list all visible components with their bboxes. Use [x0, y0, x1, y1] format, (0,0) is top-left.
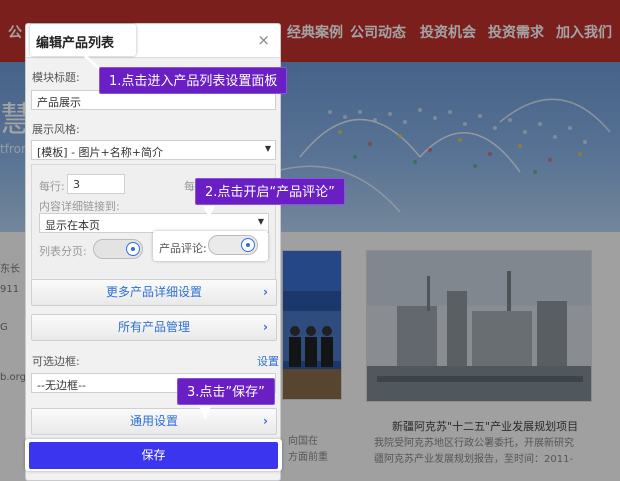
save-label: 保存	[141, 448, 166, 462]
display-style-value: [模板] - 图片+名称+简介	[37, 146, 163, 159]
pagination-toggle[interactable]	[93, 239, 143, 259]
pagination-label: 列表分页:	[39, 245, 87, 258]
product-review-toggle[interactable]	[208, 235, 258, 255]
detail-link-value: 显示在本页	[45, 219, 100, 232]
optional-frame-label: 可选边框:	[32, 355, 80, 368]
all-products-label: 所有产品管理	[117, 320, 190, 334]
highlight-save: 保存	[25, 439, 282, 471]
per-page-label-partial: 每	[184, 180, 195, 193]
detail-link-label: 内容详细链接到:	[39, 200, 120, 213]
tooltip-step-3: 3.点击”保存”	[177, 378, 275, 405]
module-title-value: 产品展示	[37, 96, 81, 109]
frame-value: --无边框--	[37, 379, 86, 392]
chevron-right-icon: ›	[263, 285, 268, 299]
more-product-detail-settings-button[interactable]: 更多产品详细设置 ›	[31, 279, 277, 306]
per-row-value: 3	[73, 178, 80, 191]
tooltip-step-2: 2.点击开启“产品评论”	[195, 178, 345, 205]
tooltip-step-1-text: 1.点击进入产品列表设置面板	[109, 74, 278, 89]
display-style-label: 展示风格:	[32, 123, 80, 136]
highlight-review-toggle: 产品评论:	[153, 231, 268, 261]
toggle-knob	[241, 238, 255, 252]
tooltip-step-1: 1.点击进入产品列表设置面板	[99, 67, 288, 94]
display-style-select[interactable]: [模板] - 图片+名称+简介 ▼	[31, 140, 276, 160]
tip3-pointer	[199, 406, 211, 420]
chevron-right-icon: ›	[263, 414, 268, 428]
tip1-connector	[84, 56, 102, 72]
all-products-management-button[interactable]: 所有产品管理 ›	[31, 314, 277, 341]
tooltip-step-2-text: 2.点击开启“产品评论”	[205, 185, 335, 200]
general-settings-label: 通用设置	[129, 414, 178, 428]
toggle-knob	[126, 242, 140, 256]
general-settings-button[interactable]: 通用设置 ›	[31, 408, 277, 435]
detail-link-select[interactable]: 显示在本页 ▼	[39, 213, 269, 233]
save-button[interactable]: 保存	[29, 442, 278, 469]
module-title-label: 模块标题:	[32, 71, 80, 84]
tooltip-step-3-text: 3.点击”保存”	[187, 385, 265, 400]
per-row-label: 每行:	[39, 180, 65, 193]
chevron-down-icon: ▼	[264, 144, 271, 153]
highlighted-title: 编辑产品列表	[36, 36, 115, 51]
chevron-right-icon: ›	[263, 320, 268, 334]
per-row-input[interactable]: 3	[67, 174, 125, 194]
tip2-pointer	[203, 206, 215, 218]
frame-settings-link[interactable]: 设置	[257, 353, 279, 369]
more-detail-label: 更多产品详细设置	[105, 285, 202, 299]
close-icon[interactable]: ×	[257, 31, 270, 49]
highlight-dialog-title: 编辑产品列表	[30, 24, 136, 56]
product-review-label: 产品评论:	[159, 242, 207, 255]
chevron-down-icon: ▼	[257, 217, 264, 226]
